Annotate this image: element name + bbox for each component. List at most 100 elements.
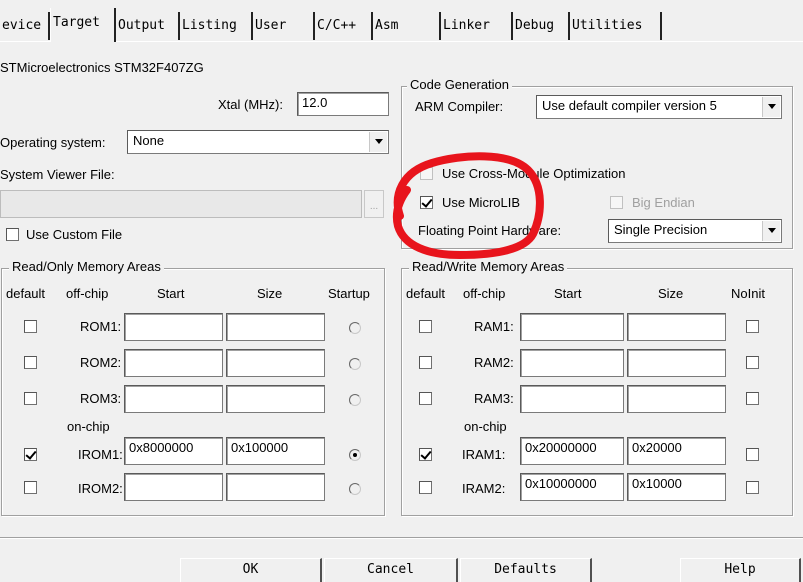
rom1-default-checkbox[interactable]	[24, 320, 37, 333]
iram1-noinit-checkbox[interactable]	[746, 448, 759, 461]
ram2-size-input[interactable]	[627, 349, 726, 377]
arm-compiler-label: ARM Compiler:	[415, 99, 504, 114]
arm-compiler-select[interactable]: Use default compiler version 5	[536, 95, 782, 119]
ram2-default-checkbox[interactable]	[419, 356, 432, 369]
rom2-default-checkbox[interactable]	[24, 356, 37, 369]
rom1-startup-radio[interactable]	[349, 322, 361, 334]
cancel-button[interactable]: Cancel	[324, 558, 458, 582]
tab-asm[interactable]: Asm	[373, 12, 441, 40]
iram1-start-input[interactable]: 0x20000000	[520, 437, 624, 465]
irom1-startup-radio[interactable]	[349, 449, 361, 461]
irom1-default-checkbox[interactable]	[24, 448, 37, 461]
rom1-start-input[interactable]	[124, 313, 223, 341]
device-name: STMicroelectronics STM32F407ZG	[0, 60, 204, 75]
ram3-start-input[interactable]	[520, 385, 624, 413]
svd-label: System Viewer File:	[0, 167, 115, 182]
irom2-startup-radio[interactable]	[349, 483, 361, 495]
use-custom-file-checkbox[interactable]	[6, 228, 19, 241]
rom-header-default: default	[6, 286, 46, 301]
irom1-start-input[interactable]: 0x8000000	[124, 437, 223, 465]
rom3-size-input[interactable]	[226, 385, 325, 413]
ram3-size-input[interactable]	[627, 385, 726, 413]
rom2-size-input[interactable]	[226, 349, 325, 377]
iram2-label: IRAM2:	[462, 481, 506, 496]
tab-output[interactable]: Output	[116, 12, 180, 40]
os-label: Operating system:	[0, 135, 106, 150]
ram1-noinit-checkbox[interactable]	[746, 320, 759, 333]
arm-compiler-value: Use default compiler version 5	[542, 98, 717, 113]
ram3-noinit-checkbox[interactable]	[746, 392, 759, 405]
fpu-label: Floating Point Hardware:	[418, 223, 562, 238]
rom-title: Read/Only Memory Areas	[9, 259, 164, 274]
ram-onchip-label: on-chip	[464, 419, 507, 434]
tab-utilities[interactable]: Utilities	[570, 12, 662, 40]
iram2-size-input[interactable]: 0x10000	[627, 473, 726, 501]
tab-target[interactable]: Target	[50, 8, 116, 42]
iram1-label: IRAM1:	[462, 447, 506, 462]
irom2-label: IROM2:	[78, 481, 123, 496]
irom2-size-input[interactable]	[226, 473, 325, 501]
ram-header-size: Size	[658, 286, 684, 301]
ram2-label: RAM2:	[474, 355, 514, 370]
tab-debug[interactable]: Debug	[513, 12, 570, 40]
cross-module-checkbox[interactable]	[420, 167, 433, 180]
ram-title: Read/Write Memory Areas	[409, 259, 568, 274]
iram2-noinit-checkbox[interactable]	[746, 481, 759, 494]
xtal-label: Xtal (MHz):	[218, 97, 283, 112]
rom3-start-input[interactable]	[124, 385, 223, 413]
ram-header-noinit: NoInit	[731, 286, 765, 301]
fpu-select-value: Single Precision	[614, 222, 708, 237]
rom2-startup-radio[interactable]	[349, 358, 361, 370]
ram1-start-input[interactable]	[520, 313, 624, 341]
os-select-value: None	[133, 133, 165, 148]
chevron-down-icon[interactable]	[762, 221, 780, 241]
irom1-label: IROM1:	[78, 447, 123, 462]
rom-header-offchip: off-chip	[66, 286, 109, 301]
svd-path-input[interactable]	[0, 190, 362, 218]
big-endian-label: Big Endian	[632, 195, 695, 210]
ram1-default-checkbox[interactable]	[419, 320, 432, 333]
ram3-label: RAM3:	[474, 391, 514, 406]
big-endian-checkbox[interactable]	[610, 196, 623, 209]
help-button[interactable]: Help	[680, 558, 801, 582]
rom1-size-input[interactable]	[226, 313, 325, 341]
irom1-size-input[interactable]: 0x100000	[226, 437, 325, 465]
rom-header-startup: Startup	[328, 286, 370, 301]
iram2-start-input[interactable]: 0x10000000	[520, 473, 624, 501]
use-microlib-label: Use MicroLIB	[442, 195, 521, 210]
rom-header-start: Start	[157, 286, 185, 301]
svd-browse-button[interactable]: ...	[364, 190, 384, 218]
ram2-noinit-checkbox[interactable]	[746, 356, 759, 369]
iram1-size-input[interactable]: 0x20000	[627, 437, 726, 465]
irom2-default-checkbox[interactable]	[24, 481, 37, 494]
chevron-down-icon[interactable]	[369, 132, 387, 152]
irom2-start-input[interactable]	[124, 473, 223, 501]
tab-c-cpp[interactable]: C/C++	[315, 12, 373, 40]
tab-user[interactable]: User	[253, 12, 315, 40]
cross-module-label: Use Cross-Module Optimization	[442, 166, 626, 181]
use-microlib-checkbox[interactable]	[420, 196, 433, 209]
ram1-label: RAM1:	[474, 319, 514, 334]
ram3-default-checkbox[interactable]	[419, 392, 432, 405]
iram2-default-checkbox[interactable]	[419, 481, 432, 494]
rom3-default-checkbox[interactable]	[24, 392, 37, 405]
rom2-start-input[interactable]	[124, 349, 223, 377]
rom1-label: ROM1:	[80, 319, 122, 334]
ram2-start-input[interactable]	[520, 349, 624, 377]
tab-listing[interactable]: Listing	[180, 12, 253, 40]
xtal-input[interactable]: 12.0	[297, 92, 389, 116]
ram-header-default: default	[406, 286, 446, 301]
defaults-button[interactable]: Defaults	[460, 558, 592, 582]
rom3-startup-radio[interactable]	[349, 394, 361, 406]
tab-linker[interactable]: Linker	[441, 12, 513, 40]
os-select[interactable]: None	[127, 130, 389, 154]
ram1-size-input[interactable]	[627, 313, 726, 341]
rom2-label: ROM2:	[80, 355, 122, 370]
chevron-down-icon[interactable]	[762, 97, 780, 117]
fpu-select[interactable]: Single Precision	[608, 219, 782, 243]
rom-header-size: Size	[257, 286, 283, 301]
tab-device[interactable]: evice	[0, 12, 50, 40]
iram1-default-checkbox[interactable]	[419, 448, 432, 461]
ok-button[interactable]: OK	[180, 558, 322, 582]
bottom-separator-highlight	[0, 538, 803, 539]
